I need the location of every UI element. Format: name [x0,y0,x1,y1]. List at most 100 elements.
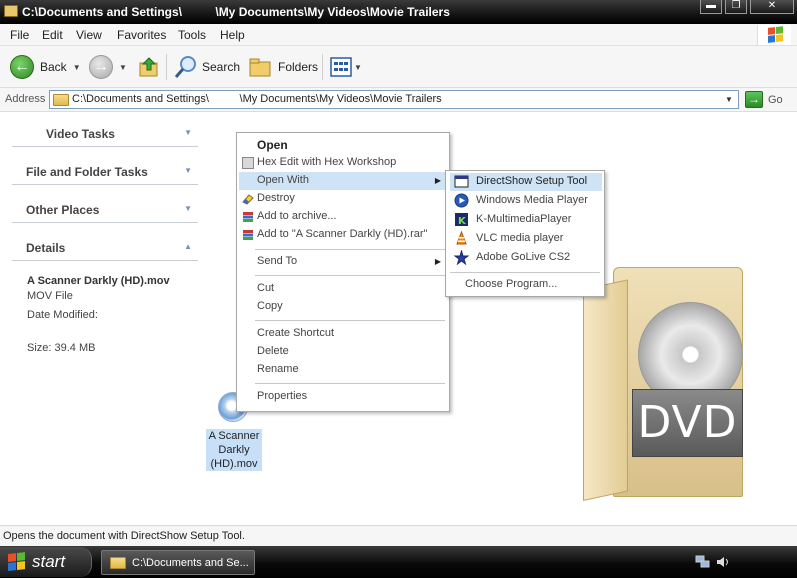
section-title: Video Tasks [46,127,115,141]
submenu-item-vlc[interactable]: VLC media player [450,230,602,248]
winrar-icon [243,230,253,240]
task-pane: Video Tasks ▼ File and Folder Tasks ▼ Ot… [0,113,210,525]
video-tasks-header[interactable]: Video Tasks ▼ [12,123,198,147]
menu-tools[interactable]: Tools [178,28,206,42]
title-bar[interactable]: C:\Documents and Settings\ \My Documents… [0,0,797,24]
menu-help[interactable]: Help [220,28,245,42]
go-label: Go [768,93,783,106]
search-label: Search [202,60,241,74]
menu-favorites[interactable]: Favorites [117,28,166,42]
menu-item-label: Destroy [257,192,295,204]
taskbar-window-button[interactable]: C:\Documents and Se... [101,550,255,575]
toolbar-separator [322,54,323,80]
menu-item-label: Create Shortcut [257,327,335,339]
file-label-line: A Scanner [208,430,260,442]
other-places-header[interactable]: Other Places ▼ [12,199,198,223]
file-folder-tasks-header[interactable]: File and Folder Tasks ▼ [12,161,198,185]
dvd-folder-watermark: DVD [583,267,743,507]
views-icon [330,57,352,77]
file-label-line: (HD).mov [210,458,258,470]
volume-icon[interactable] [715,555,731,569]
section-title: Details [26,241,66,255]
menu-item-send-to[interactable]: Send To ▶ [239,253,447,271]
address-input[interactable]: C:\Documents and Settings\ \My Documents… [49,90,739,109]
menu-item-create-shortcut[interactable]: Create Shortcut [239,325,447,343]
details-file-name: A Scanner Darkly (HD).mov [27,275,170,287]
status-text: Opens the document with DirectShow Setup… [3,530,245,542]
go-button[interactable]: → Go [745,91,783,108]
menu-bar: File Edit View Favorites Tools Help [0,24,797,46]
chevron-up-icon: ▲ [184,242,192,251]
submenu-item-golive[interactable]: Adobe GoLive CS2 [450,249,602,267]
go-arrow-icon: → [745,91,763,108]
chevron-down-icon: ▼ [184,204,192,213]
toolbar: ← Back ▼ → ▼ Search Folders ▼ [0,46,797,88]
submenu-item-label: K-MultimediaPlayer [476,213,572,225]
maximize-button[interactable]: ❐ [725,0,747,14]
menu-item-delete[interactable]: Delete [239,343,447,361]
menu-separator [255,275,445,276]
svg-text:K: K [458,216,467,227]
submenu-item-label: Windows Media Player [476,194,588,206]
up-folder-button[interactable] [138,54,160,80]
folder-icon [4,5,18,17]
file-label-line: Darkly [218,444,250,456]
hex-workshop-icon [242,157,254,169]
start-button[interactable]: start [0,547,92,577]
back-button[interactable]: ← Back ▼ [10,54,81,80]
submenu-item-directshow[interactable]: DirectShow Setup Tool [450,173,602,191]
menu-item-rename[interactable]: Rename [239,361,447,379]
windows-logo [757,25,791,45]
menu-file[interactable]: File [10,28,29,42]
vlc-cone-icon [456,231,467,245]
submenu-item-label: Choose Program... [465,278,558,290]
search-icon [174,56,196,78]
up-folder-icon [139,57,158,77]
folders-button[interactable]: Folders [248,54,318,80]
eraser-icon [242,194,254,205]
status-bar: Opens the document with DirectShow Setup… [0,525,797,546]
back-arrow-icon: ← [10,55,34,79]
menu-item-copy[interactable]: Copy [239,298,447,316]
menu-item-label: Hex Edit with Hex Workshop [257,156,397,168]
address-dropdown-button[interactable]: ▼ [722,92,736,107]
menu-item-label: Open [257,138,288,152]
file-name-label[interactable]: A Scanner Darkly (HD).mov [206,429,262,471]
submenu-item-choose-program[interactable]: Choose Program... [450,276,602,294]
menu-item-label: Copy [257,300,283,312]
address-label: Address [5,93,46,105]
menu-view[interactable]: View [76,28,102,42]
menu-item-destroy[interactable]: Destroy [239,190,447,208]
folders-label: Folders [278,60,319,74]
menu-item-label: Delete [257,345,289,357]
kmplayer-icon: K [455,213,468,227]
menu-item-label: Add to "A Scanner Darkly (HD).rar" [257,228,428,240]
menu-item-cut[interactable]: Cut [239,280,447,298]
menu-item-properties[interactable]: Properties [239,388,447,406]
menu-separator [255,320,445,321]
chevron-down-icon: ▼ [72,62,81,72]
network-icon[interactable] [695,555,711,569]
forward-arrow-icon: → [89,55,113,79]
submenu-item-wmp[interactable]: Windows Media Player [450,192,602,210]
search-button[interactable]: Search [174,54,240,80]
window-title: C:\Documents and Settings\ \My Documents… [22,5,450,19]
forward-button[interactable]: → ▼ [89,54,127,80]
views-button[interactable]: ▼ [330,54,362,80]
menu-item-open-with[interactable]: Open With ▶ [239,172,447,190]
menu-item-label: Cut [257,282,275,294]
minimize-button[interactable]: ▬ [700,0,722,14]
open-with-submenu: DirectShow Setup Tool Windows Media Play… [445,170,605,297]
menu-separator [255,383,445,384]
menu-item-label: Open With [257,174,309,186]
details-size: Size: 39.4 MB [27,342,96,354]
close-button[interactable]: ✕ [750,0,794,14]
menu-item-add-archive[interactable]: Add to archive... [239,208,447,226]
menu-item-open[interactable]: Open [239,136,447,154]
details-file-type: MOV File [27,290,73,302]
menu-item-hex-edit[interactable]: Hex Edit with Hex Workshop [239,154,447,172]
menu-item-add-rar[interactable]: Add to "A Scanner Darkly (HD).rar" [239,226,447,244]
details-header[interactable]: Details ▲ [12,237,198,261]
menu-edit[interactable]: Edit [42,28,63,42]
submenu-item-kmplayer[interactable]: K K-MultimediaPlayer [450,211,602,229]
